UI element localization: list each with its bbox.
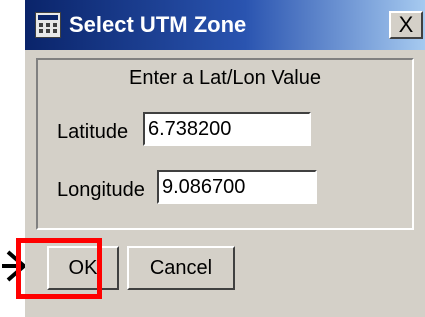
prompt-text: Enter a Lat/Lon Value xyxy=(129,67,321,89)
latitude-field[interactable] xyxy=(143,112,311,146)
title-bar: Select UTM Zone X xyxy=(25,0,425,50)
window-title: Select UTM Zone xyxy=(69,12,247,37)
app-window-icon xyxy=(35,12,61,38)
ok-button-highlight xyxy=(16,238,102,299)
latitude-label: Latitude xyxy=(57,121,129,143)
longitude-field[interactable] xyxy=(157,170,317,204)
cancel-button[interactable]: Cancel xyxy=(127,246,235,290)
close-button[interactable]: X xyxy=(389,11,423,39)
longitude-label: Longitude xyxy=(57,179,145,201)
close-icon: X xyxy=(398,12,414,37)
